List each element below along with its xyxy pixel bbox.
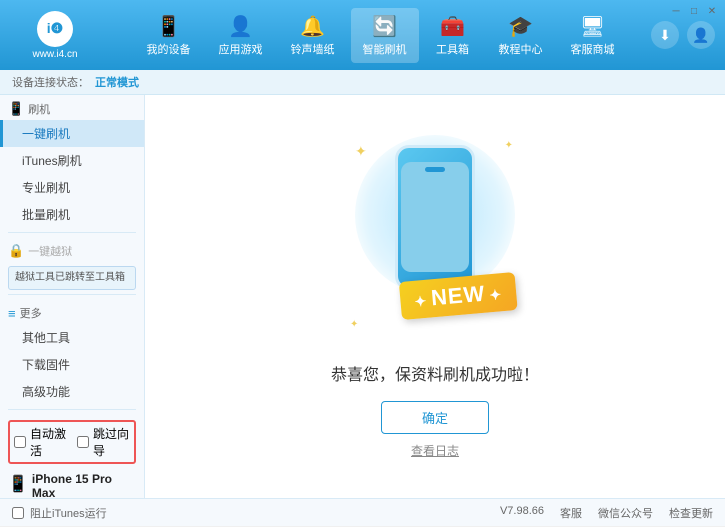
- status-value: 正常模式: [95, 74, 139, 90]
- wechat-link[interactable]: 微信公众号: [598, 505, 653, 521]
- advanced-label: 高级功能: [22, 385, 70, 399]
- success-message: 恭喜您，保资料刷机成功啦！: [331, 361, 539, 385]
- sparkle-top-right: ✦: [505, 140, 513, 151]
- nav-my-device-label: 我的设备: [147, 41, 191, 57]
- download-button[interactable]: ⬇: [651, 21, 679, 49]
- auto-activate-label: 自动激活: [30, 425, 67, 459]
- nav-tutorial-label: 教程中心: [499, 41, 543, 57]
- flash-section-header: 📱 刷机: [0, 95, 144, 120]
- guide-checkbox[interactable]: [77, 436, 89, 448]
- footer-left: 阻止iTunes运行: [12, 505, 107, 521]
- my-device-icon: 📱: [156, 14, 181, 39]
- restore-section-header: 🔒 一键越狱: [0, 237, 144, 262]
- close-button[interactable]: ✕: [705, 4, 719, 18]
- service-link[interactable]: 客服: [560, 505, 582, 521]
- sparkle-top-left: ✦: [355, 143, 367, 160]
- ringtone-icon: 🔔: [300, 14, 325, 39]
- footer-right: V7.98.66 客服 微信公众号 检查更新: [500, 505, 713, 521]
- stop-itunes-label: 阻止iTunes运行: [30, 505, 107, 521]
- stop-itunes-checkbox[interactable]: [12, 507, 24, 519]
- smart-flash-icon: 🔄: [372, 14, 397, 39]
- logo: i❹ www.i4.cn: [10, 11, 100, 60]
- sidebar-bottom: 自动激活 跳过向导 📱 iPhone 15 Pro Max 512GB iPho…: [0, 414, 144, 498]
- sidebar-itunes-flash[interactable]: iTunes刷机: [0, 147, 144, 174]
- sidebar-batch-flash[interactable]: 批量刷机: [0, 201, 144, 228]
- download-firmware-label: 下载固件: [22, 358, 70, 372]
- nav-toolbox[interactable]: 🧰 工具箱: [423, 8, 483, 63]
- guide-label: 跳过向导: [93, 425, 130, 459]
- sidebar-other-tools[interactable]: 其他工具: [0, 324, 144, 351]
- nav-apps-games[interactable]: 👤 应用游戏: [207, 8, 275, 63]
- phone-screen: [401, 162, 469, 272]
- sidebar-pro-flash[interactable]: 专业刷机: [0, 174, 144, 201]
- more-section-label: 更多: [20, 305, 42, 321]
- nav-ringtone[interactable]: 🔔 铃声墙纸: [279, 8, 347, 63]
- device-info: iPhone 15 Pro Max 512GB iPhone: [32, 472, 136, 498]
- more-section-header: ≡ 更多: [0, 299, 144, 324]
- nav-apps-games-label: 应用游戏: [219, 41, 263, 57]
- logo-url: www.i4.cn: [32, 49, 77, 60]
- phone-notch: [425, 167, 445, 172]
- divider-3: [8, 409, 136, 410]
- more-section-icon: ≡: [8, 306, 16, 321]
- flash-section-icon: 📱: [8, 101, 24, 117]
- batch-flash-label: 批量刷机: [22, 208, 70, 222]
- pro-flash-label: 专业刷机: [22, 181, 70, 195]
- flash-section-label: 刷机: [28, 101, 50, 117]
- other-tools-label: 其他工具: [22, 331, 70, 345]
- version-label: V7.98.66: [500, 505, 544, 521]
- status-prefix: 设备连接状态：: [12, 74, 89, 90]
- apps-games-icon: 👤: [228, 14, 253, 39]
- restore-section-icon: 🔒: [8, 243, 24, 259]
- restore-section-label: 一键越狱: [28, 243, 72, 259]
- phone-body: [395, 145, 475, 290]
- view-log-link[interactable]: 查看日志: [411, 442, 459, 459]
- auto-activate-checkbox[interactable]: [14, 436, 26, 448]
- check-update-link[interactable]: 检查更新: [669, 505, 713, 521]
- divider-2: [8, 294, 136, 295]
- nav-tutorial[interactable]: 🎓 教程中心: [487, 8, 555, 63]
- toolbox-icon: 🧰: [440, 14, 465, 39]
- nav-bar: 📱 我的设备 👤 应用游戏 🔔 铃声墙纸 🔄 智能刷机 🧰 工具箱 🎓 教程中心…: [110, 8, 651, 63]
- auto-activate-row: 自动激活 跳过向导: [8, 420, 136, 464]
- device-name: iPhone 15 Pro Max: [32, 472, 136, 498]
- nav-service-label: 客服商城: [571, 41, 615, 57]
- main-layout: 📱 刷机 一键刷机 iTunes刷机 专业刷机 批量刷机 🔒 一键越狱 越狱工具…: [0, 95, 725, 498]
- status-bar: 设备连接状态： 正常模式: [0, 70, 725, 95]
- content-area: ✦ ✦ ✦ NEW 恭喜您，保资料刷机成功啦！ 确定 查看日志: [145, 95, 725, 498]
- header-right: ⬇ 👤: [651, 21, 715, 49]
- confirm-button[interactable]: 确定: [381, 401, 489, 434]
- user-button[interactable]: 👤: [687, 21, 715, 49]
- device-row: 📱 iPhone 15 Pro Max 512GB iPhone: [8, 468, 136, 498]
- sparkle-bottom-left: ✦: [350, 319, 358, 330]
- nav-service[interactable]: 🖥 客服商城: [559, 8, 627, 63]
- nav-toolbox-label: 工具箱: [436, 41, 469, 57]
- nav-smart-flash[interactable]: 🔄 智能刷机: [351, 8, 419, 63]
- maximize-button[interactable]: □: [687, 4, 701, 18]
- header: i❹ www.i4.cn 📱 我的设备 👤 应用游戏 🔔 铃声墙纸 🔄 智能刷机…: [0, 0, 725, 70]
- window-controls: ─ □ ✕: [669, 4, 719, 18]
- sidebar-advanced[interactable]: 高级功能: [0, 378, 144, 405]
- restore-notice: 越狱工具已跳转至工具箱: [8, 266, 136, 290]
- logo-icon: i❹: [37, 11, 73, 47]
- device-icon: 📱: [8, 474, 28, 494]
- sidebar-download-firmware[interactable]: 下载固件: [0, 351, 144, 378]
- phone-illustration: ✦ ✦ ✦ NEW: [345, 135, 525, 345]
- nav-smart-flash-label: 智能刷机: [363, 41, 407, 57]
- sidebar: 📱 刷机 一键刷机 iTunes刷机 专业刷机 批量刷机 🔒 一键越狱 越狱工具…: [0, 95, 145, 498]
- footer: 阻止iTunes运行 V7.98.66 客服 微信公众号 检查更新: [0, 498, 725, 526]
- itunes-flash-label: iTunes刷机: [22, 154, 82, 168]
- service-icon: 🖥: [580, 14, 605, 39]
- sidebar-one-key-flash[interactable]: 一键刷机: [0, 120, 144, 147]
- nav-ringtone-label: 铃声墙纸: [291, 41, 335, 57]
- divider-1: [8, 232, 136, 233]
- one-key-flash-label: 一键刷机: [22, 127, 70, 141]
- tutorial-icon: 🎓: [508, 14, 533, 39]
- nav-my-device[interactable]: 📱 我的设备: [135, 8, 203, 63]
- minimize-button[interactable]: ─: [669, 4, 683, 18]
